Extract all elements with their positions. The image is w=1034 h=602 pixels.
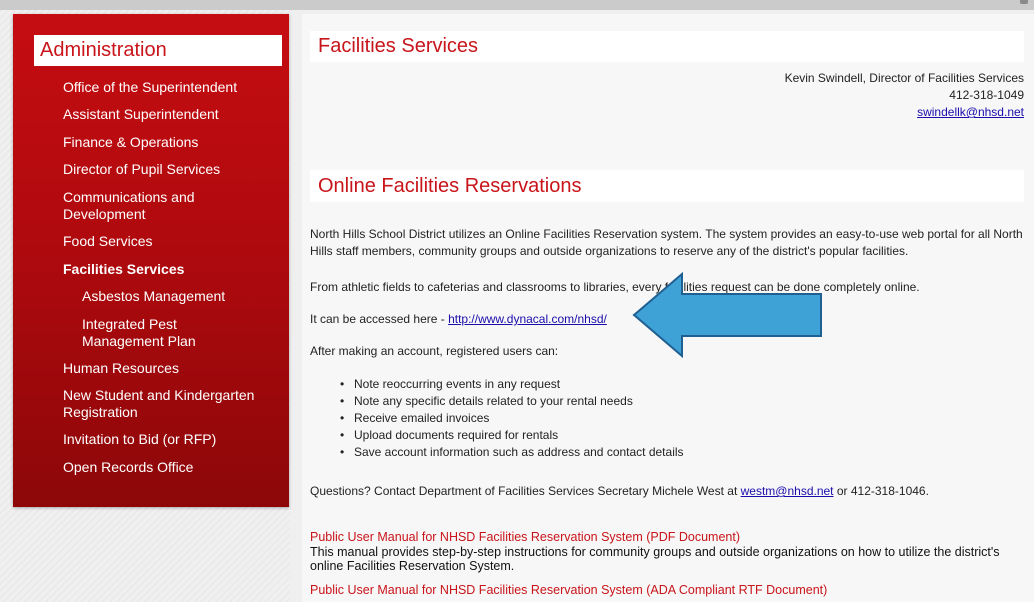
browser-top-bar [0, 0, 1034, 10]
list-item: Upload documents required for rentals [340, 427, 684, 444]
intro-paragraph: North Hills School District utilizes an … [310, 227, 1023, 258]
contact-block: Kevin Swindell, Director of Facilities S… [785, 70, 1024, 121]
sidebar-item-new-student-and-kindergarten-registration[interactable]: New Student and Kindergarten Registratio… [63, 387, 263, 421]
sidebar-item-asbestos-management[interactable]: Asbestos Management [82, 288, 225, 305]
sidebar-item-integrated-pest-management-plan[interactable]: Integrated Pest Management Plan [82, 316, 252, 350]
access-paragraph: It can be accessed here - http://www.dyn… [310, 311, 607, 328]
sidebar-item-office-of-the-superintendent[interactable]: Office of the Superintendent [63, 79, 237, 96]
section-title: Online Facilities Reservations [310, 170, 1024, 202]
sidebar-item-director-of-pupil-services[interactable]: Director of Pupil Services [63, 161, 220, 178]
sidebar-item-human-resources[interactable]: Human Resources [63, 360, 179, 377]
after-account-paragraph: After making an account, registered user… [310, 344, 559, 358]
sidebar-item-communications-and-development[interactable]: Communications and Development [63, 189, 263, 223]
list-item: Note any specific details related to you… [340, 393, 684, 410]
sidebar-item-invitation-to-bid[interactable]: Invitation to Bid (or RFP) [63, 431, 216, 448]
contact-email-link[interactable]: swindellk@nhsd.net [917, 105, 1024, 119]
manual-description: This manual provides step-by-step instru… [310, 545, 1000, 573]
list-item: Note reoccurring events in any request [340, 376, 684, 393]
arrow-left-icon [632, 272, 822, 358]
list-item: Receive emailed invoices [340, 410, 684, 427]
feature-list: Note reoccurring events in any request N… [340, 376, 684, 461]
sidebar-item-food-services[interactable]: Food Services [63, 233, 152, 250]
sidebar-item-open-records-office[interactable]: Open Records Office [63, 459, 193, 476]
page-title: Facilities Services [310, 31, 1024, 62]
dynacal-link[interactable]: http://www.dynacal.com/nhsd/ [448, 312, 607, 326]
questions-paragraph: Questions? Contact Department of Facilit… [310, 483, 929, 500]
contact-name-title: Kevin Swindell, Director of Facilities S… [784, 71, 1024, 85]
sidebar-item-finance-operations[interactable]: Finance & Operations [63, 134, 198, 151]
secretary-email-link[interactable]: westm@nhsd.net [741, 484, 834, 498]
access-prefix: It can be accessed here - [310, 312, 449, 326]
sidebar-item-assistant-superintendent[interactable]: Assistant Superintendent [63, 106, 219, 123]
manual-pdf-link[interactable]: Public User Manual for NHSD Facilities R… [310, 530, 740, 545]
contact-phone: 412-318-1049 [949, 88, 1024, 102]
sidebar-title: Administration [34, 35, 282, 66]
sidebar-item-facilities-services[interactable]: Facilities Services [63, 261, 184, 278]
questions-prefix: Questions? Contact Department of Facilit… [310, 484, 741, 498]
questions-suffix: or 412-318-1046. [833, 484, 929, 498]
list-item: Save account information such as address… [340, 444, 684, 461]
manual-rtf-link[interactable]: Public User Manual for NHSD Facilities R… [310, 583, 827, 598]
scroll-indicator [1020, 0, 1028, 4]
